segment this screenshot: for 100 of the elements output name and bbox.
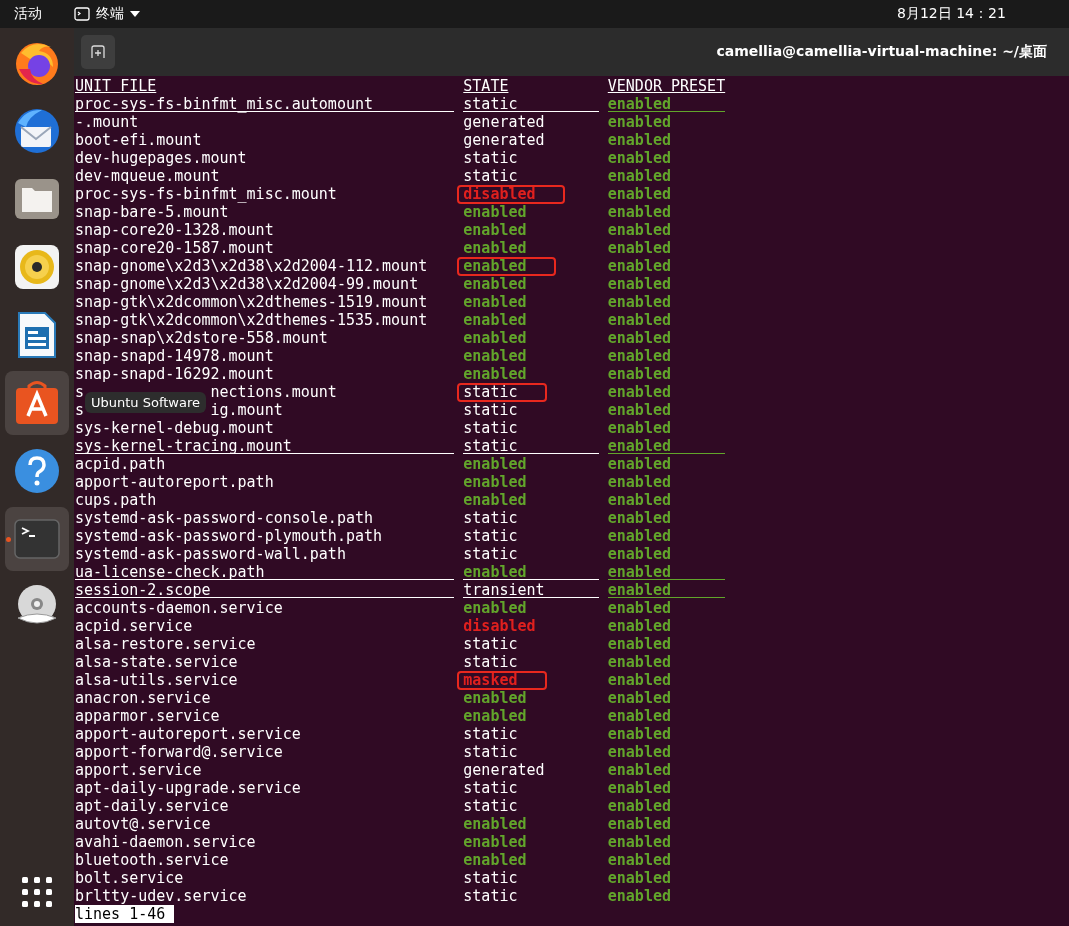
vendor-preset-text: enabled [607, 311, 672, 329]
state-text: enabled [463, 365, 527, 383]
vendor-preset-text: enabled [607, 689, 672, 707]
unit-name: snap-gtk\x2dcommon\x2dthemes-1535.mount [75, 311, 429, 329]
vendor-preset-text: enabled [607, 869, 672, 887]
state-text: enabled [463, 815, 527, 833]
state-text: masked [459, 673, 545, 688]
vendor-preset-text: enabled [607, 887, 672, 905]
terminal-icon [14, 519, 60, 559]
clock[interactable]: 8月12日 14：21 [897, 5, 1006, 23]
unit-name: s [75, 401, 85, 419]
unit-name: bolt.service [75, 869, 185, 887]
unit-name: apport-autoreport.path [75, 473, 275, 491]
state-text: static [463, 545, 518, 563]
vendor-preset-text: enabled [607, 383, 672, 401]
document-icon [18, 312, 56, 358]
unit-name: snap-bare-5.mount [75, 203, 230, 221]
unit-name: snap-core20-1328.mount [75, 221, 275, 239]
vendor-preset-text: enabled [607, 131, 672, 149]
unit-name: anacron.service [75, 689, 212, 707]
unit-name: ua-license-check.path [75, 563, 455, 581]
unit-name: systemd-ask-password-console.path [75, 509, 374, 527]
app-menu[interactable]: 终端 [74, 5, 140, 23]
state-text: enabled [463, 293, 527, 311]
vendor-preset-text: enabled [607, 779, 672, 797]
vendor-preset-text: enabled [607, 725, 672, 743]
state-text: static [463, 635, 518, 653]
vendor-preset-text: enabled [607, 329, 672, 347]
unit-name: sys-kernel-tracing.mount [75, 437, 455, 455]
state-text: static [463, 437, 518, 455]
unit-name: snap-gnome\x2d3\x2d38\x2d2004-99.mount [75, 275, 420, 293]
state-text: transient [463, 581, 545, 599]
state-text: static [463, 797, 518, 815]
vendor-preset-text: enabled [607, 815, 672, 833]
state-text: static [463, 419, 518, 437]
unit-name: alsa-utils.service [75, 671, 239, 689]
state-text: enabled [463, 689, 527, 707]
state-text: enabled [463, 329, 527, 347]
help-icon [14, 448, 60, 494]
unit-name: snap-snap\x2dstore-558.mount [75, 329, 329, 347]
vendor-preset-text: enabled [607, 491, 672, 509]
state-text: enabled [463, 707, 527, 725]
state-text: enabled [463, 203, 527, 221]
dock-item[interactable] [5, 371, 69, 435]
activities-button[interactable]: 活动 [14, 5, 42, 23]
vendor-preset-text: enabled [607, 581, 726, 599]
state-text: enabled [463, 275, 527, 293]
mail-icon [12, 107, 62, 155]
vendor-preset-text: enabled [607, 509, 672, 527]
vendor-preset-text: enabled [607, 401, 672, 419]
state-text: enabled [463, 311, 527, 329]
state-text: static [463, 869, 518, 887]
unit-name: ig.mount [210, 401, 283, 419]
vendor-preset-text: enabled [607, 293, 672, 311]
unit-name: session-2.scope [75, 581, 455, 599]
unit-name: snap-snapd-14978.mount [75, 347, 275, 365]
state-text: static [463, 743, 518, 761]
vendor-preset-text: enabled [607, 239, 672, 257]
window-title: camellia@camellia-virtual-machine: ~/桌面 [716, 43, 1047, 61]
unit-name: apport-forward@.service [75, 743, 284, 761]
new-tab-icon [91, 45, 105, 59]
vendor-preset-text: enabled [607, 203, 672, 221]
unit-name: apt-daily.service [75, 797, 230, 815]
unit-name: apport-autoreport.service [75, 725, 302, 743]
unit-name: apport.service [75, 761, 203, 779]
vendor-preset-text: enabled [607, 653, 672, 671]
unit-name: systemd-ask-password-wall.path [75, 545, 347, 563]
state-text: enabled [463, 833, 527, 851]
vendor-preset-text: enabled [607, 545, 672, 563]
vendor-preset-text: enabled [607, 437, 726, 455]
state-text: static [463, 653, 518, 671]
vendor-preset-text: enabled [607, 599, 672, 617]
state-text: enabled [459, 259, 554, 274]
unit-name: proc-sys-fs-binfmt_misc.automount [75, 95, 455, 113]
shopping-bag-icon [14, 380, 60, 426]
vendor-preset-text: enabled [607, 563, 726, 581]
app-grid-icon[interactable] [21, 876, 53, 908]
state-text: static [463, 887, 518, 905]
unit-name: sys-kernel-debug.mount [75, 419, 275, 437]
vendor-preset-text: enabled [607, 257, 672, 275]
unit-name: boot-efi.mount [75, 131, 203, 149]
unit-name: apparmor.service [75, 707, 221, 725]
unit-name: dev-mqueue.mount [75, 167, 221, 185]
vendor-preset-text: enabled [607, 617, 672, 635]
unit-name: avahi-daemon.service [75, 833, 257, 851]
state-text: enabled [463, 599, 527, 617]
new-tab-button[interactable] [81, 35, 115, 69]
state-text: enabled [463, 851, 527, 869]
state-text: enabled [463, 221, 527, 239]
vendor-preset-text: enabled [607, 275, 672, 293]
vendor-preset-text: enabled [607, 635, 672, 653]
state-text: static [463, 167, 518, 185]
state-text: static [463, 401, 518, 419]
state-text: enabled [463, 239, 527, 257]
state-text: disabled [459, 187, 563, 202]
vendor-preset-text: enabled [607, 221, 672, 239]
unit-name: acpid.path [75, 455, 167, 473]
unit-name: systemd-ask-password-plymouth.path [75, 527, 384, 545]
unit-name: alsa-restore.service [75, 635, 257, 653]
state-text: static [463, 149, 518, 167]
